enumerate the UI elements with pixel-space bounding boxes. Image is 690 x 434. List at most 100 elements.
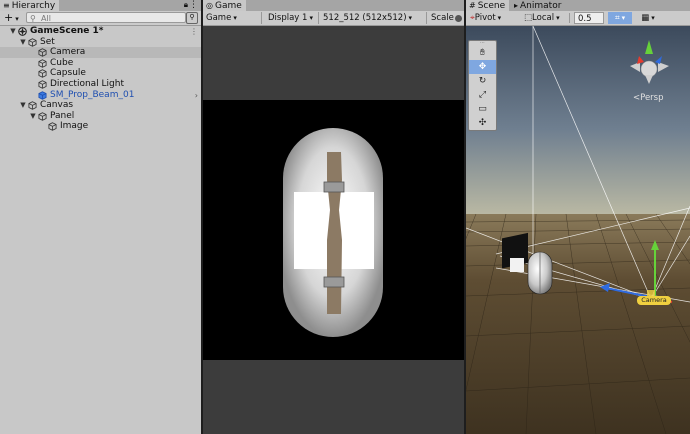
tab-hierarchy-label: Hierarchy <box>11 1 56 11</box>
hierarchy-row[interactable]: Cube <box>0 58 201 69</box>
scene-icon <box>18 27 27 36</box>
pivot-label: Pivot <box>474 13 496 23</box>
expand-arrow-icon[interactable]: ▼ <box>29 111 37 122</box>
gameobject-icon <box>38 69 47 79</box>
tab-scene-label: Scene <box>477 1 506 11</box>
game-mode-label: Game <box>206 13 232 23</box>
hierarchy-row-label: Capsule <box>50 68 86 79</box>
tab-game-label: Game <box>214 1 242 11</box>
gameobject-icon <box>28 37 37 47</box>
scene-viewport[interactable]: <Persp ⋯ ✋︎ ✥ ↻ ⤢ ▭ ✣ Camera <box>466 26 690 434</box>
scene-icon: # <box>469 1 476 10</box>
hierarchy-row[interactable]: Capsule <box>0 68 201 79</box>
hierarchy-row-label: Canvas <box>40 100 74 111</box>
create-button-label: + <box>4 11 14 24</box>
list-icon: ≡ <box>3 1 10 10</box>
move-tool-icon[interactable]: ✥ <box>469 60 496 74</box>
hierarchy-row[interactable]: Directional Light <box>0 79 201 90</box>
hierarchy-row-label: Set <box>40 36 55 47</box>
create-button[interactable]: + <box>4 12 19 24</box>
toolbar-divider <box>569 13 570 23</box>
space-dropdown[interactable]: ⬚Local <box>524 12 560 24</box>
local-icon: ⬚ <box>524 13 533 23</box>
space-label: Local <box>532 13 555 23</box>
search-input[interactable]: ⚲ All <box>26 12 186 23</box>
hierarchy-row[interactable]: ▼ Set <box>0 37 201 48</box>
scene-panel: #Scene ▸Animator ⌖Pivot ⬚Local 0.5 ⌗ ▦ <box>466 0 690 434</box>
hierarchy-row[interactable]: ▼ Panel <box>0 111 201 122</box>
tab-scene[interactable]: # Scene <box>466 0 510 11</box>
camera-label[interactable]: Camera <box>637 296 671 305</box>
scene-tools-overlay: ⋯ ✋︎ ✥ ↻ ⤢ ▭ ✣ <box>468 40 497 131</box>
beam-bracket-top <box>323 181 345 193</box>
scene-menu-icon[interactable]: ⋮ <box>190 26 198 37</box>
game-render-svg <box>283 128 383 337</box>
rect-tool-icon[interactable]: ▭ <box>469 102 496 116</box>
gamepad-icon: ◎ <box>206 1 213 10</box>
search-icon: ⚲ <box>30 14 36 23</box>
toolbar-divider <box>318 12 319 24</box>
hierarchy-panel: ≡Hierarchy 🔒︎ ⋮ + ⚲ All ⚲ ▼GameScene 1*⋮… <box>0 0 201 434</box>
hierarchy-row[interactable]: ▼ GameScene 1* ⋮ <box>0 26 201 37</box>
scale-tool-icon[interactable]: ⤢ <box>469 88 496 102</box>
display-label: Display 1 <box>268 13 308 23</box>
sky <box>466 26 690 214</box>
game-viewport[interactable] <box>203 26 464 434</box>
game-mode-dropdown[interactable]: Game <box>206 12 237 24</box>
scale-label: Scale <box>431 13 454 23</box>
hierarchy-row-label: Directional Light <box>50 79 124 89</box>
beam-prop <box>327 152 342 314</box>
search-placeholder: All <box>41 14 51 23</box>
search-filter-icon[interactable]: ⚲ <box>186 12 198 24</box>
display-dropdown[interactable]: Display 1 <box>268 12 313 24</box>
lock-icon[interactable]: 🔒︎ <box>184 0 188 11</box>
gizmo-icon: ▦ <box>641 13 650 23</box>
gizmo-toggle[interactable]: ▦ <box>637 12 659 24</box>
resolution-dropdown[interactable]: 512_512 (512x512) <box>323 12 412 24</box>
snap-value-input[interactable]: 0.5 <box>574 12 604 24</box>
pivot-dropdown[interactable]: ⌖Pivot <box>470 12 501 24</box>
hierarchy-row-label: GameScene 1* <box>30 26 104 36</box>
expand-arrow-icon[interactable]: ▼ <box>9 26 17 37</box>
game-toolbar: Game Display 1 512_512 (512x512) Scale <box>203 11 464 26</box>
hierarchy-row[interactable]: ▼ Canvas <box>0 100 201 111</box>
resolution-label: 512_512 (512x512) <box>323 13 407 23</box>
scale-slider-handle[interactable] <box>455 15 462 22</box>
perspective-label[interactable]: <Persp <box>633 93 664 103</box>
hierarchy-row-label: SM_Prop_Beam_01 <box>50 89 135 100</box>
panel-menu-icon[interactable]: ⋮ <box>189 0 198 11</box>
grid-icon: ⌗ <box>614 13 620 23</box>
ui-image-object <box>510 258 524 272</box>
hierarchy-row[interactable]: SM_Prop_Beam_01 › <box>0 90 201 101</box>
hierarchy-row-label: Cube <box>50 57 74 68</box>
tab-animator[interactable]: ▸ Animator <box>511 0 565 11</box>
transform-tool-icon[interactable]: ✣ <box>469 116 496 130</box>
hierarchy-row-label: Camera <box>50 47 86 58</box>
gameobject-icon <box>38 59 47 68</box>
prefab-open-icon[interactable]: › <box>195 90 198 101</box>
animator-icon: ▸ <box>514 1 519 10</box>
hand-tool-icon[interactable]: ✋︎ <box>469 46 496 60</box>
scene-render-svg: <Persp <box>466 26 690 434</box>
expand-arrow-icon[interactable]: ▼ <box>19 100 27 111</box>
grid-snap-button[interactable]: ⌗ <box>608 12 632 24</box>
game-panel: ◎Game Game Display 1 512_512 (512x512) S… <box>203 0 464 434</box>
expand-arrow-icon[interactable]: ▼ <box>19 37 27 48</box>
beam-bracket-bottom <box>323 276 345 288</box>
hierarchy-row-label: Panel <box>50 110 75 121</box>
toolbar-divider <box>426 12 427 24</box>
hierarchy-toolbar: + ⚲ All ⚲ <box>0 11 201 26</box>
gameobject-icon <box>48 122 57 132</box>
hierarchy-row-label: Image <box>60 121 89 132</box>
gameobject-icon <box>28 101 37 110</box>
tab-hierarchy[interactable]: ≡ Hierarchy <box>0 0 60 11</box>
gameobject-icon <box>38 80 47 89</box>
tab-game[interactable]: ◎ Game <box>203 0 246 11</box>
scene-toolbar: ⌖Pivot ⬚Local 0.5 ⌗ ▦ <box>466 11 690 26</box>
game-render-area <box>203 100 464 360</box>
tab-animator-label: Animator <box>520 1 562 11</box>
gameobject-icon <box>38 112 47 121</box>
hierarchy-row[interactable]: Camera <box>0 47 201 59</box>
hierarchy-row[interactable]: Image <box>0 121 201 132</box>
rotate-tool-icon[interactable]: ↻ <box>469 74 496 88</box>
